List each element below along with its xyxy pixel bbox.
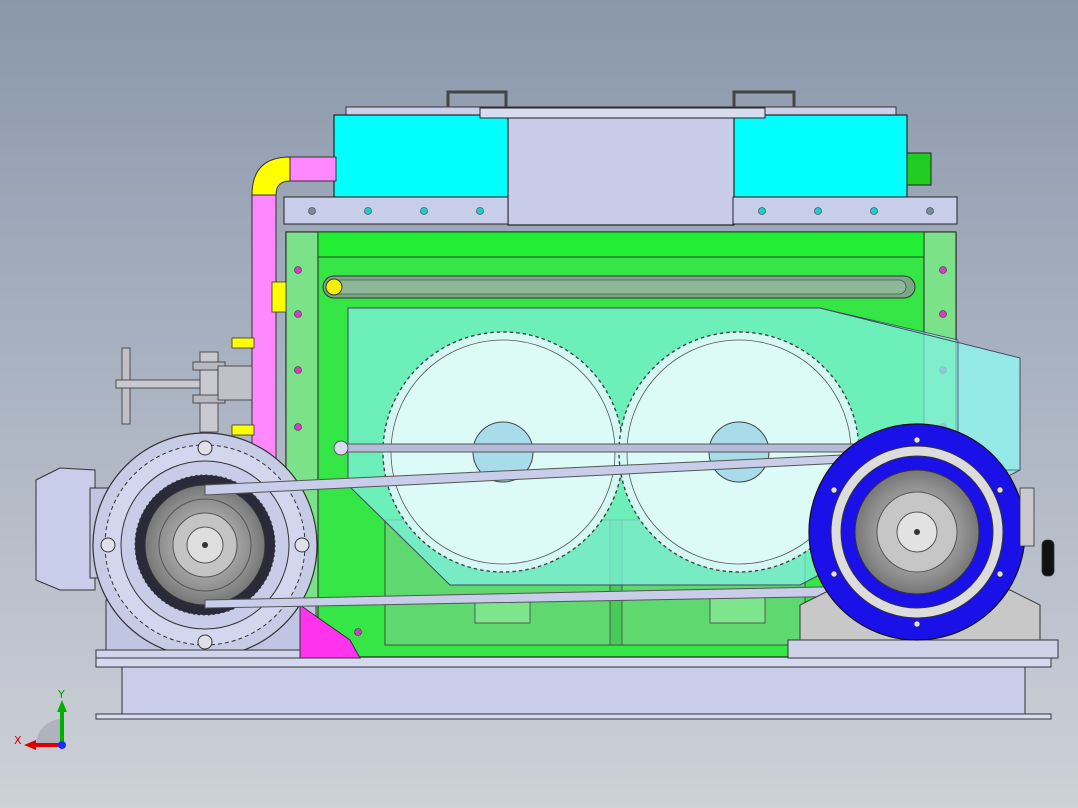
triad-z-axis [58, 741, 66, 749]
triad-y-label: Y [57, 688, 65, 701]
valve-assembly [115, 347, 253, 433]
axis-triad: Y X [14, 688, 67, 750]
machine-drawing: Y X [14, 90, 1059, 750]
triad-y-arrow [57, 700, 67, 712]
base-frame [95, 656, 1052, 720]
cad-viewport[interactable]: Y X [0, 0, 1078, 808]
driven-pulley [808, 423, 1026, 641]
hopper-handles [446, 90, 796, 107]
side-handle [1019, 487, 1055, 577]
motor [35, 432, 318, 659]
slot-bar [322, 275, 916, 299]
triad-x-label: X [14, 734, 22, 747]
triad-x-arrow [24, 740, 36, 750]
